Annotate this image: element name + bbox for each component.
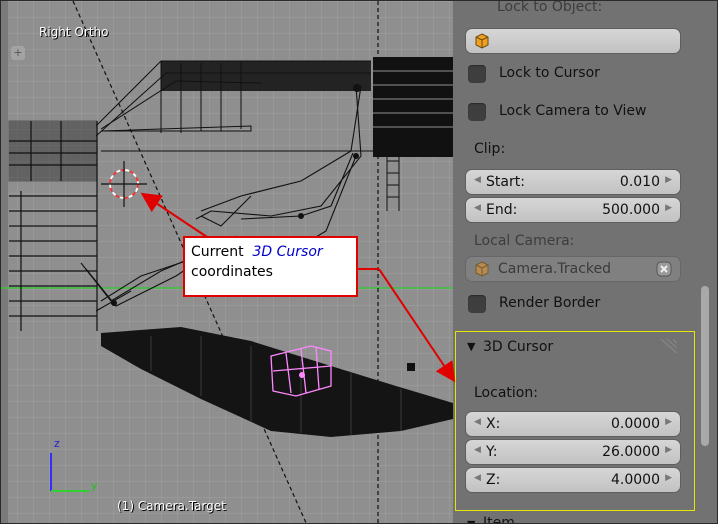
increment-arrow-icon[interactable]: ▶: [665, 175, 672, 185]
clip-end-value: 500.000: [602, 202, 660, 218]
clip-start-value: 0.010: [619, 174, 660, 190]
local-camera-label: Local Camera:: [474, 233, 575, 249]
collapse-triangle-icon[interactable]: ▼: [467, 518, 475, 523]
clip-start-field[interactable]: ◀ Start: 0.010 ▶: [465, 169, 681, 195]
view-add-button[interactable]: +: [11, 46, 25, 60]
axis-z-label: z: [54, 437, 60, 450]
annotation-text-before: Current: [191, 244, 244, 260]
clip-end-label: End:: [486, 202, 518, 218]
clear-x-icon[interactable]: [656, 261, 672, 277]
lock-to-cursor-label: Lock to Cursor: [499, 65, 600, 81]
object-cube-icon: [474, 261, 490, 277]
clip-label: Clip:: [474, 141, 506, 157]
annotation-highlight: 3D Cursor: [252, 244, 323, 260]
lock-object-field[interactable]: [465, 28, 681, 54]
render-border-label: Render Border: [499, 295, 601, 311]
clip-end-field[interactable]: ◀ End: 500.000 ▶: [465, 197, 681, 223]
annotation-text-after: coordinates: [191, 264, 273, 280]
annotation-callout: Current 3D Cursor coordinates: [183, 236, 358, 297]
clip-start-label: Start:: [486, 174, 525, 190]
viewport-title: Right Ortho: [39, 25, 109, 39]
object-cube-icon: [474, 33, 490, 49]
lock-to-cursor-checkbox[interactable]: [468, 65, 486, 83]
cursor-panel-highlight: [455, 331, 695, 511]
lock-camera-to-view-label: Lock Camera to View: [499, 103, 647, 119]
axis-y-label: y: [91, 479, 98, 492]
app-window: Right Ortho + z y (1) Camera.Target Lock…: [0, 0, 718, 524]
decrement-arrow-icon[interactable]: ◀: [474, 203, 481, 213]
render-border-checkbox[interactable]: [468, 295, 486, 313]
item-section-title[interactable]: Item: [483, 515, 515, 523]
local-camera-field[interactable]: Camera.Tracked: [465, 256, 681, 282]
lock-camera-to-view-checkbox[interactable]: [468, 103, 486, 121]
active-object-label: (1) Camera.Target: [117, 499, 226, 513]
lock-to-object-label: Lock to Object:: [497, 1, 603, 15]
panel-scrollbar[interactable]: [701, 286, 709, 446]
local-camera-value: Camera.Tracked: [498, 261, 612, 277]
increment-arrow-icon[interactable]: ▶: [665, 203, 672, 213]
decrement-arrow-icon[interactable]: ◀: [474, 175, 481, 185]
